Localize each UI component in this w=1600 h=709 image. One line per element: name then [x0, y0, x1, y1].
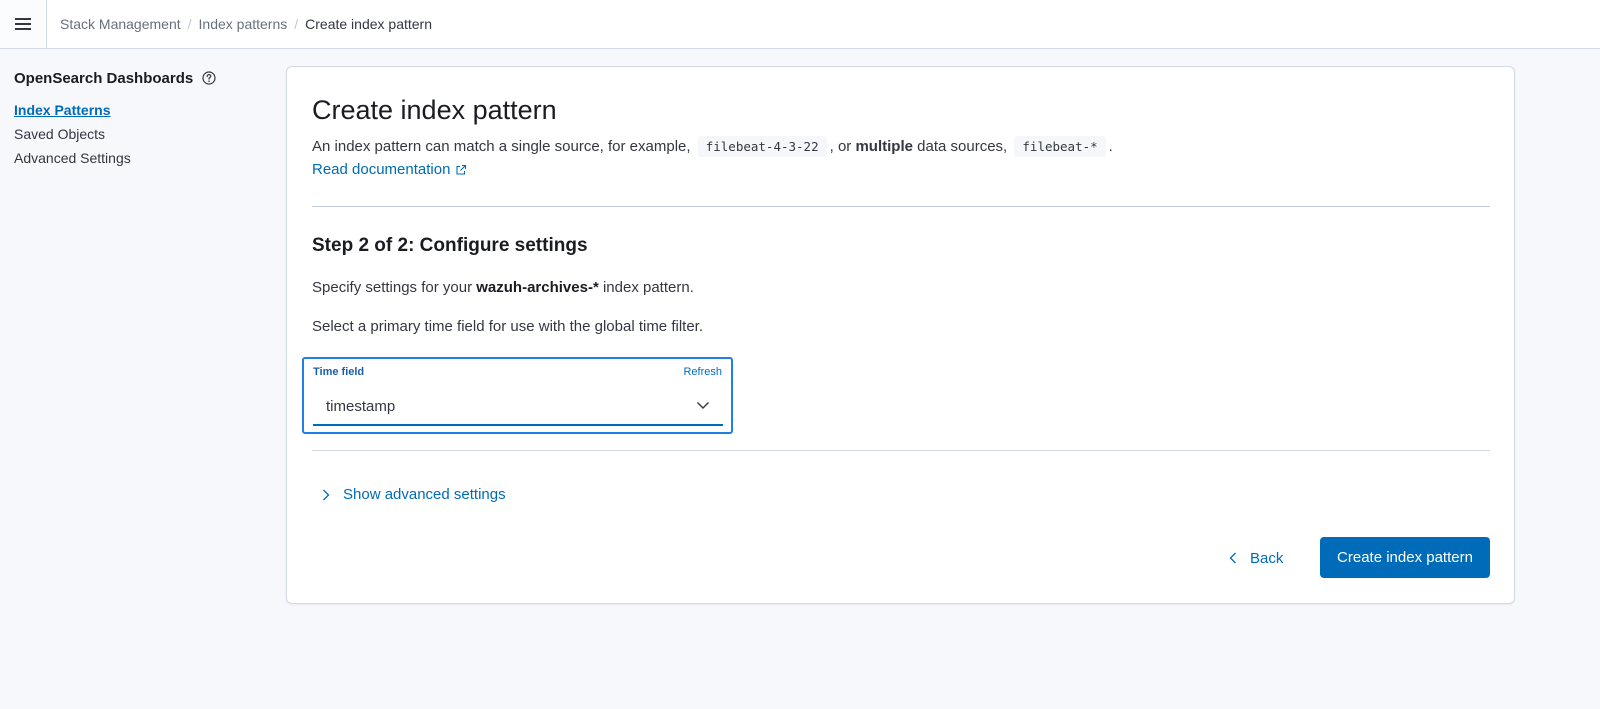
sidebar-item-advanced-settings[interactable]: Advanced Settings: [14, 146, 274, 170]
time-field-value: timestamp: [326, 398, 396, 415]
specify-suffix: index pattern.: [602, 279, 694, 296]
create-index-pattern-button[interactable]: Create index pattern: [1320, 537, 1490, 578]
sidebar: OpenSearch Dashboards Index Patterns Sav…: [14, 68, 274, 170]
show-advanced-settings-label: Show advanced settings: [343, 486, 506, 503]
breadcrumb-separator: /: [187, 16, 192, 32]
chevron-right-icon: [323, 489, 330, 500]
sidebar-header: OpenSearch Dashboards: [14, 68, 274, 88]
read-documentation-link[interactable]: Read documentation: [312, 161, 467, 178]
create-index-pattern-panel: Create index pattern An index pattern ca…: [286, 66, 1515, 604]
example-code-multiple: filebeat-*: [1014, 136, 1106, 157]
refresh-button[interactable]: Refresh: [683, 366, 722, 378]
back-button[interactable]: Back: [1229, 548, 1283, 568]
intro-part1: An index pattern can match a single sour…: [312, 138, 691, 155]
section-divider: [312, 450, 1490, 451]
breadcrumb-index-patterns[interactable]: Index patterns: [199, 16, 288, 32]
help-icon[interactable]: [202, 71, 216, 85]
specify-prefix: Specify settings for your: [312, 279, 473, 296]
menu-button[interactable]: [0, 0, 47, 48]
section-divider: [312, 206, 1490, 207]
sidebar-title: OpenSearch Dashboards: [14, 69, 194, 87]
intro-part4: .: [1108, 138, 1113, 155]
sidebar-nav: Index Patterns Saved Objects Advanced Se…: [14, 98, 274, 170]
top-header: Stack Management / Index patterns / Crea…: [0, 0, 1600, 49]
page-title: Create index pattern: [312, 95, 557, 125]
specify-settings-text: Specify settings for your wazuh-archives…: [312, 279, 694, 296]
sidebar-item-index-patterns[interactable]: Index Patterns: [14, 98, 274, 122]
index-pattern-name: wazuh-archives-*: [476, 279, 599, 296]
sidebar-item-saved-objects[interactable]: Saved Objects: [14, 122, 274, 146]
intro-part2: , or: [829, 138, 852, 155]
intro-part3: data sources,: [917, 138, 1008, 155]
hamburger-icon: [15, 18, 31, 30]
example-code-single: filebeat-4-3-22: [697, 136, 827, 157]
step-title: Step 2 of 2: Configure settings: [312, 235, 588, 256]
chevron-left-icon: [1229, 552, 1236, 564]
intro-bold: multiple: [855, 138, 913, 155]
intro-text: An index pattern can match a single sour…: [312, 135, 1113, 159]
breadcrumb-stack-management[interactable]: Stack Management: [60, 16, 181, 32]
show-advanced-settings-toggle[interactable]: Show advanced settings: [322, 486, 506, 503]
breadcrumb: Stack Management / Index patterns / Crea…: [60, 16, 432, 32]
time-field-help-text: Select a primary time field for use with…: [312, 318, 703, 335]
breadcrumb-separator: /: [294, 16, 299, 32]
external-link-icon: [456, 164, 467, 175]
time-field-select[interactable]: timestamp: [313, 388, 723, 426]
read-documentation-label: Read documentation: [312, 161, 451, 178]
back-label: Back: [1250, 549, 1284, 567]
breadcrumb-create-index-pattern: Create index pattern: [305, 16, 432, 32]
time-field-form-row: Time field Refresh timestamp: [302, 357, 733, 434]
chevron-down-icon: [697, 402, 709, 409]
time-field-label: Time field: [313, 366, 365, 378]
